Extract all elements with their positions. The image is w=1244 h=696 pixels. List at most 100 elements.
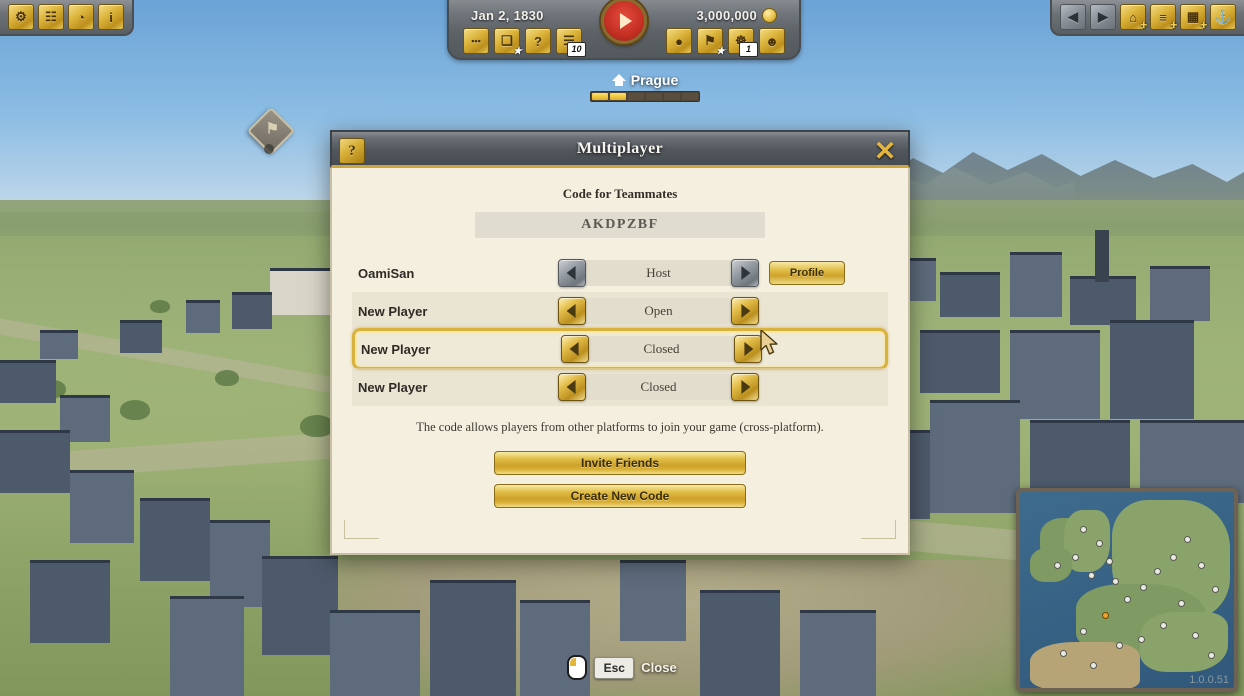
build-residence-icon[interactable]: ⌂ + [1120,4,1147,32]
quests-icon[interactable]: ☰ 10 [556,28,586,57]
tree [120,400,150,420]
help-icon-glyph: ? [348,142,356,159]
minimap-city-dot[interactable] [1124,596,1131,603]
close-icon[interactable]: ✕ [870,136,900,166]
minimap-city-dot[interactable] [1054,562,1061,569]
next-status-arrow-icon[interactable] [731,373,759,401]
building [210,520,270,607]
map-marker[interactable]: ⚑ [246,106,296,156]
code-label: Code for Teammates [562,186,678,201]
build-harbour-glyph: ⚓ [1214,9,1232,24]
build-production-icon[interactable]: ▦ + [1180,4,1207,32]
minimap-city-dot[interactable] [1160,622,1167,629]
hud-right-toolbar[interactable]: ◀ ▶ ⌂ + ≡ + ▦ + ⚓ [1050,0,1244,36]
research-glyph: ⚑ [704,33,716,48]
prev-status-arrow-icon[interactable] [558,297,586,325]
city-name-row: Prague [560,72,730,88]
minimap-city-dot[interactable] [1212,586,1219,593]
building [262,556,338,655]
building [0,430,70,493]
esc-key-badge[interactable]: Esc [594,656,635,679]
minimap-city-dot[interactable] [1116,642,1123,649]
prev-status-arrow-icon[interactable] [558,259,586,287]
back-arrow-icon[interactable]: ◀ [1060,4,1086,30]
minimap-city-dot[interactable] [1138,636,1145,643]
chat-glyph: ••• [471,36,481,46]
screenshots-icon[interactable]: ❑ ★ [494,28,522,57]
slot-status-value: Host [586,260,731,286]
building [800,610,876,696]
play-pause-button[interactable] [601,0,647,44]
minimap-city-dot[interactable] [1140,584,1147,591]
prev-status-arrow-icon[interactable] [561,335,589,363]
table-row[interactable]: New Player Open [352,292,888,330]
minimap-city-dot[interactable] [1096,540,1103,547]
slot-status-stepper: Closed [558,373,759,401]
build-production-glyph: ▦ [1186,9,1200,24]
player-name: New Player [358,379,428,395]
table-row-selected[interactable]: New Player Closed [352,328,888,370]
build-residence-glyph: ⌂ [1129,9,1137,25]
prev-status-arrow-icon[interactable] [558,373,586,401]
help-quests-icon[interactable]: ? [525,28,551,54]
build-harbour-icon[interactable]: ⚓ [1210,4,1236,30]
statistics-glyph: ◔ [77,9,85,25]
table-row[interactable]: OamiSan Host Profile [352,254,888,292]
progress-segment [646,93,662,100]
city-overview-glyph: ⚙ [15,9,27,24]
next-status-arrow-icon[interactable] [731,297,759,325]
building [30,560,110,643]
buildings-glyph: ☷ [45,9,57,24]
minimap-city-dot[interactable] [1080,526,1087,533]
minimap-city-dot[interactable] [1184,536,1191,543]
minimap-city-dot[interactable] [1112,578,1119,585]
help-icon[interactable]: ? [339,138,365,164]
player-name: New Player [358,303,428,319]
city-banner[interactable]: Prague [560,72,730,102]
minimap-city-dot[interactable] [1072,554,1079,561]
buildings-icon[interactable]: ☷ [38,4,64,30]
minimap-city-dot[interactable] [1088,572,1095,579]
progress-segment [592,93,608,100]
build-road-icon[interactable]: ≡ + [1150,4,1177,32]
building [40,330,78,359]
minimap-city-dot[interactable] [1178,600,1185,607]
slot-status-stepper: Open [558,297,759,325]
building [140,498,210,581]
minimap-city-dot[interactable] [1154,568,1161,575]
minimap-city-dot[interactable] [1106,558,1113,565]
minimap-city-dot[interactable] [1170,554,1177,561]
minimap-selected-city-dot[interactable] [1102,612,1109,619]
slot-status-stepper: Closed [561,335,762,363]
minimap-city-dot[interactable] [1080,628,1087,635]
create-new-code-button[interactable]: Create New Code [494,484,746,508]
slot-status-value: Closed [589,336,734,362]
player-name: OamiSan [358,265,415,281]
chat-icon[interactable]: ••• [463,28,489,54]
info-icon[interactable]: i [98,4,124,30]
minimap-city-dot[interactable] [1198,562,1205,569]
building [940,272,1000,317]
city-overview-icon[interactable]: ⚙ [8,4,34,30]
building [270,268,332,315]
forward-arrow-icon[interactable]: ▶ [1090,4,1116,30]
multiplayer-dialog: ? Multiplayer ✕ Code for Teammates AKDPZ… [330,130,910,555]
forward-arrow-glyph: ▶ [1098,9,1108,24]
population-glyph: ☻ [765,33,779,49]
profile-button[interactable]: Profile [769,261,845,285]
minimap-city-dot[interactable] [1192,632,1199,639]
dialog-actions: Invite Friends Create New Code [352,451,888,508]
hat-trade-icon[interactable]: ● [666,28,692,54]
expedition-icon[interactable]: ☸ 1 [728,28,758,57]
table-row[interactable]: New Player Closed [352,368,888,406]
invite-friends-button[interactable]: Invite Friends [494,451,746,475]
next-status-arrow-icon[interactable] [731,259,759,287]
money-display: 3,000,000 [696,7,777,23]
next-status-arrow-icon[interactable] [734,335,762,363]
statistics-icon[interactable]: ◔ [68,4,94,30]
expedition-badge: 1 [739,42,758,57]
team-code-field[interactable]: AKDPZBF [475,212,765,238]
research-icon[interactable]: ⚑ ★ [697,28,725,57]
population-icon[interactable]: ☻ [759,28,785,54]
hud-left-toolbar[interactable]: ⚙ ☷ ◔ i [0,0,134,36]
